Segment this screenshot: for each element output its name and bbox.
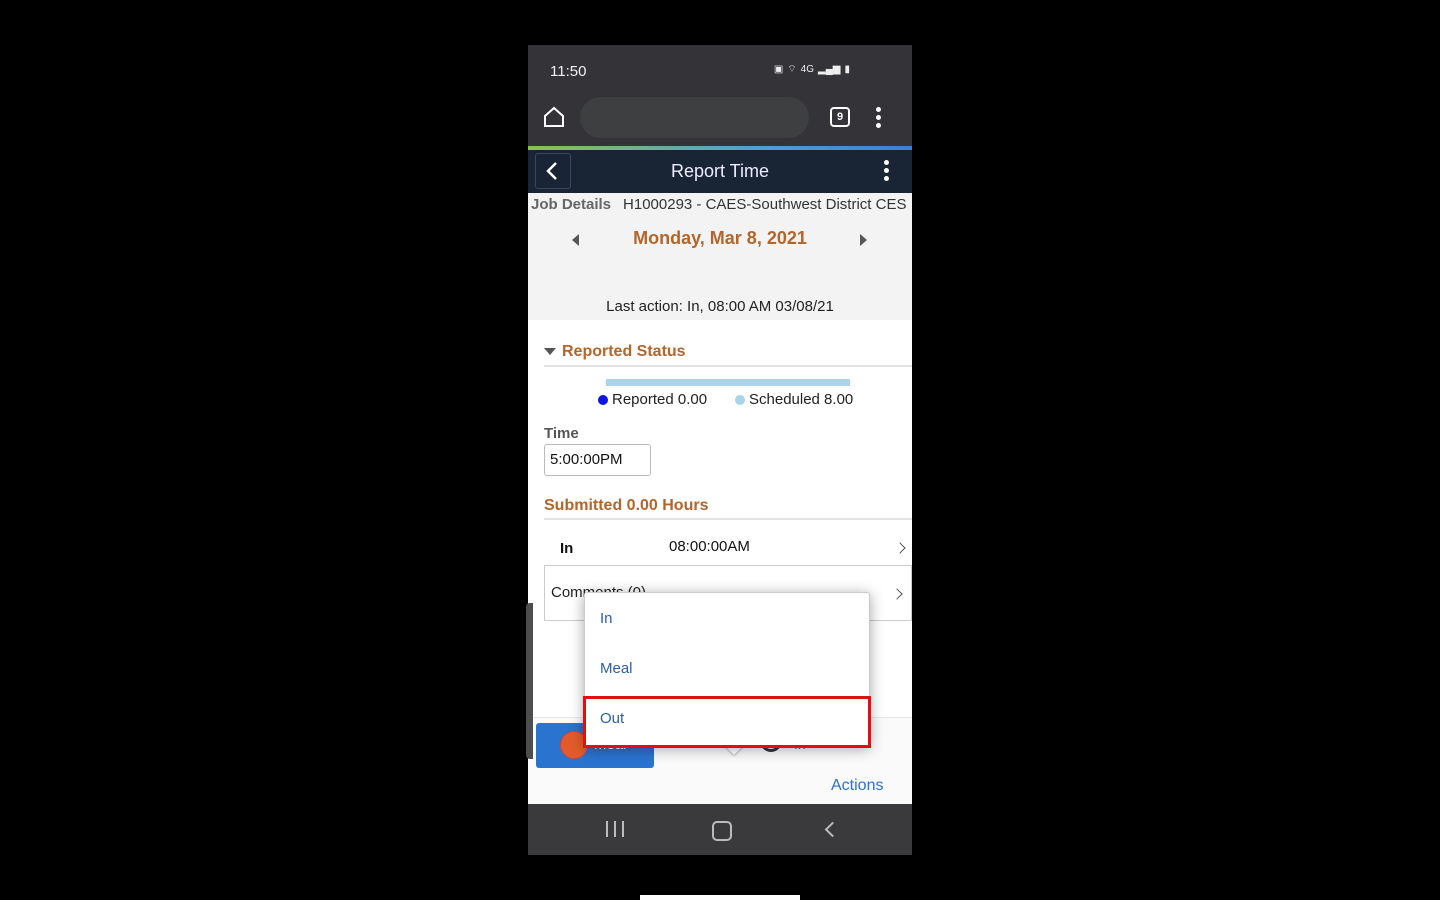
status-bar: 11:50 ▣ ⌔ 4G ▂▄▆ ▮	[528, 45, 912, 97]
job-summary: Job Details H1000293 - CAES-Southwest Dis…	[528, 193, 912, 320]
menu-item-meal[interactable]: Meal	[600, 660, 633, 677]
job-details-value: H1000293 - CAES-Southwest District CES	[623, 196, 907, 213]
battery-icon: ▮	[844, 64, 850, 75]
scheduled-hours-bar	[606, 379, 850, 386]
more-options-icon[interactable]	[884, 160, 890, 184]
chevron-right-icon	[891, 588, 903, 600]
menu-item-in[interactable]: In	[600, 610, 613, 627]
legend-label: Scheduled 8.00	[749, 391, 854, 408]
edge-panel-handle[interactable]	[526, 603, 533, 759]
legend-swatch-scheduled	[735, 394, 745, 405]
collapse-caret-icon	[544, 348, 556, 356]
submitted-hours-header: Submitted 0.00 Hours	[544, 497, 709, 514]
legend-scheduled: Scheduled 8.00	[735, 391, 853, 408]
next-day-icon[interactable]	[860, 234, 867, 246]
signal-icon: ▂▄▆	[818, 64, 841, 75]
status-time: 11:50	[550, 63, 587, 80]
punch-time: 08:00:00AM	[669, 538, 750, 555]
page-title: Report Time	[670, 161, 770, 181]
phone-screen: 11:50 ▣ ⌔ 4G ▂▄▆ ▮ 9 Report Time Job Det…	[528, 45, 912, 855]
legend-reported: Reported 0.00	[598, 391, 707, 408]
job-details: Job Details H1000293 - CAES-Southwest Dis…	[531, 196, 906, 213]
recents-icon[interactable]	[606, 821, 624, 837]
app-header: Report Time	[528, 150, 912, 193]
legend-label: Reported 0.00	[612, 391, 708, 408]
wifi-icon: ⌔	[787, 64, 797, 75]
actions-link[interactable]: Actions	[831, 777, 883, 795]
browser-menu-icon[interactable]	[876, 107, 882, 131]
punch-type: In	[560, 540, 574, 557]
job-details-label: Job Details	[531, 196, 612, 213]
url-bar[interactable]	[580, 97, 809, 138]
video-progress-bar	[640, 895, 800, 900]
home-nav-icon[interactable]	[712, 821, 732, 841]
status-icons: ▣ ⌔ 4G ▂▄▆ ▮	[774, 63, 850, 76]
punch-row[interactable]: In 08:00:00AM	[544, 519, 912, 565]
divider	[544, 365, 912, 367]
time-label: Time	[544, 425, 579, 442]
tab-count-button[interactable]: 9	[830, 107, 850, 127]
current-date: Monday, Mar 8, 2021	[633, 228, 807, 248]
browser-toolbar: 9	[528, 97, 912, 146]
highlight-box	[583, 696, 871, 748]
legend-swatch-reported	[598, 394, 608, 405]
home-icon[interactable]	[542, 105, 566, 129]
reported-status-title: Reported Status	[562, 343, 686, 360]
time-input[interactable]: 5:00:00PM	[544, 444, 651, 476]
reported-status-header[interactable]: Reported Status	[544, 343, 686, 361]
back-nav-icon[interactable]	[824, 821, 841, 838]
chevron-right-icon	[894, 542, 906, 554]
network-type-label: 4G	[800, 64, 815, 75]
last-action-text: Last action: In, 08:00 AM 03/08/21	[606, 298, 834, 315]
android-nav-bar	[528, 804, 912, 855]
battery-saver-icon: ▣	[773, 64, 784, 75]
